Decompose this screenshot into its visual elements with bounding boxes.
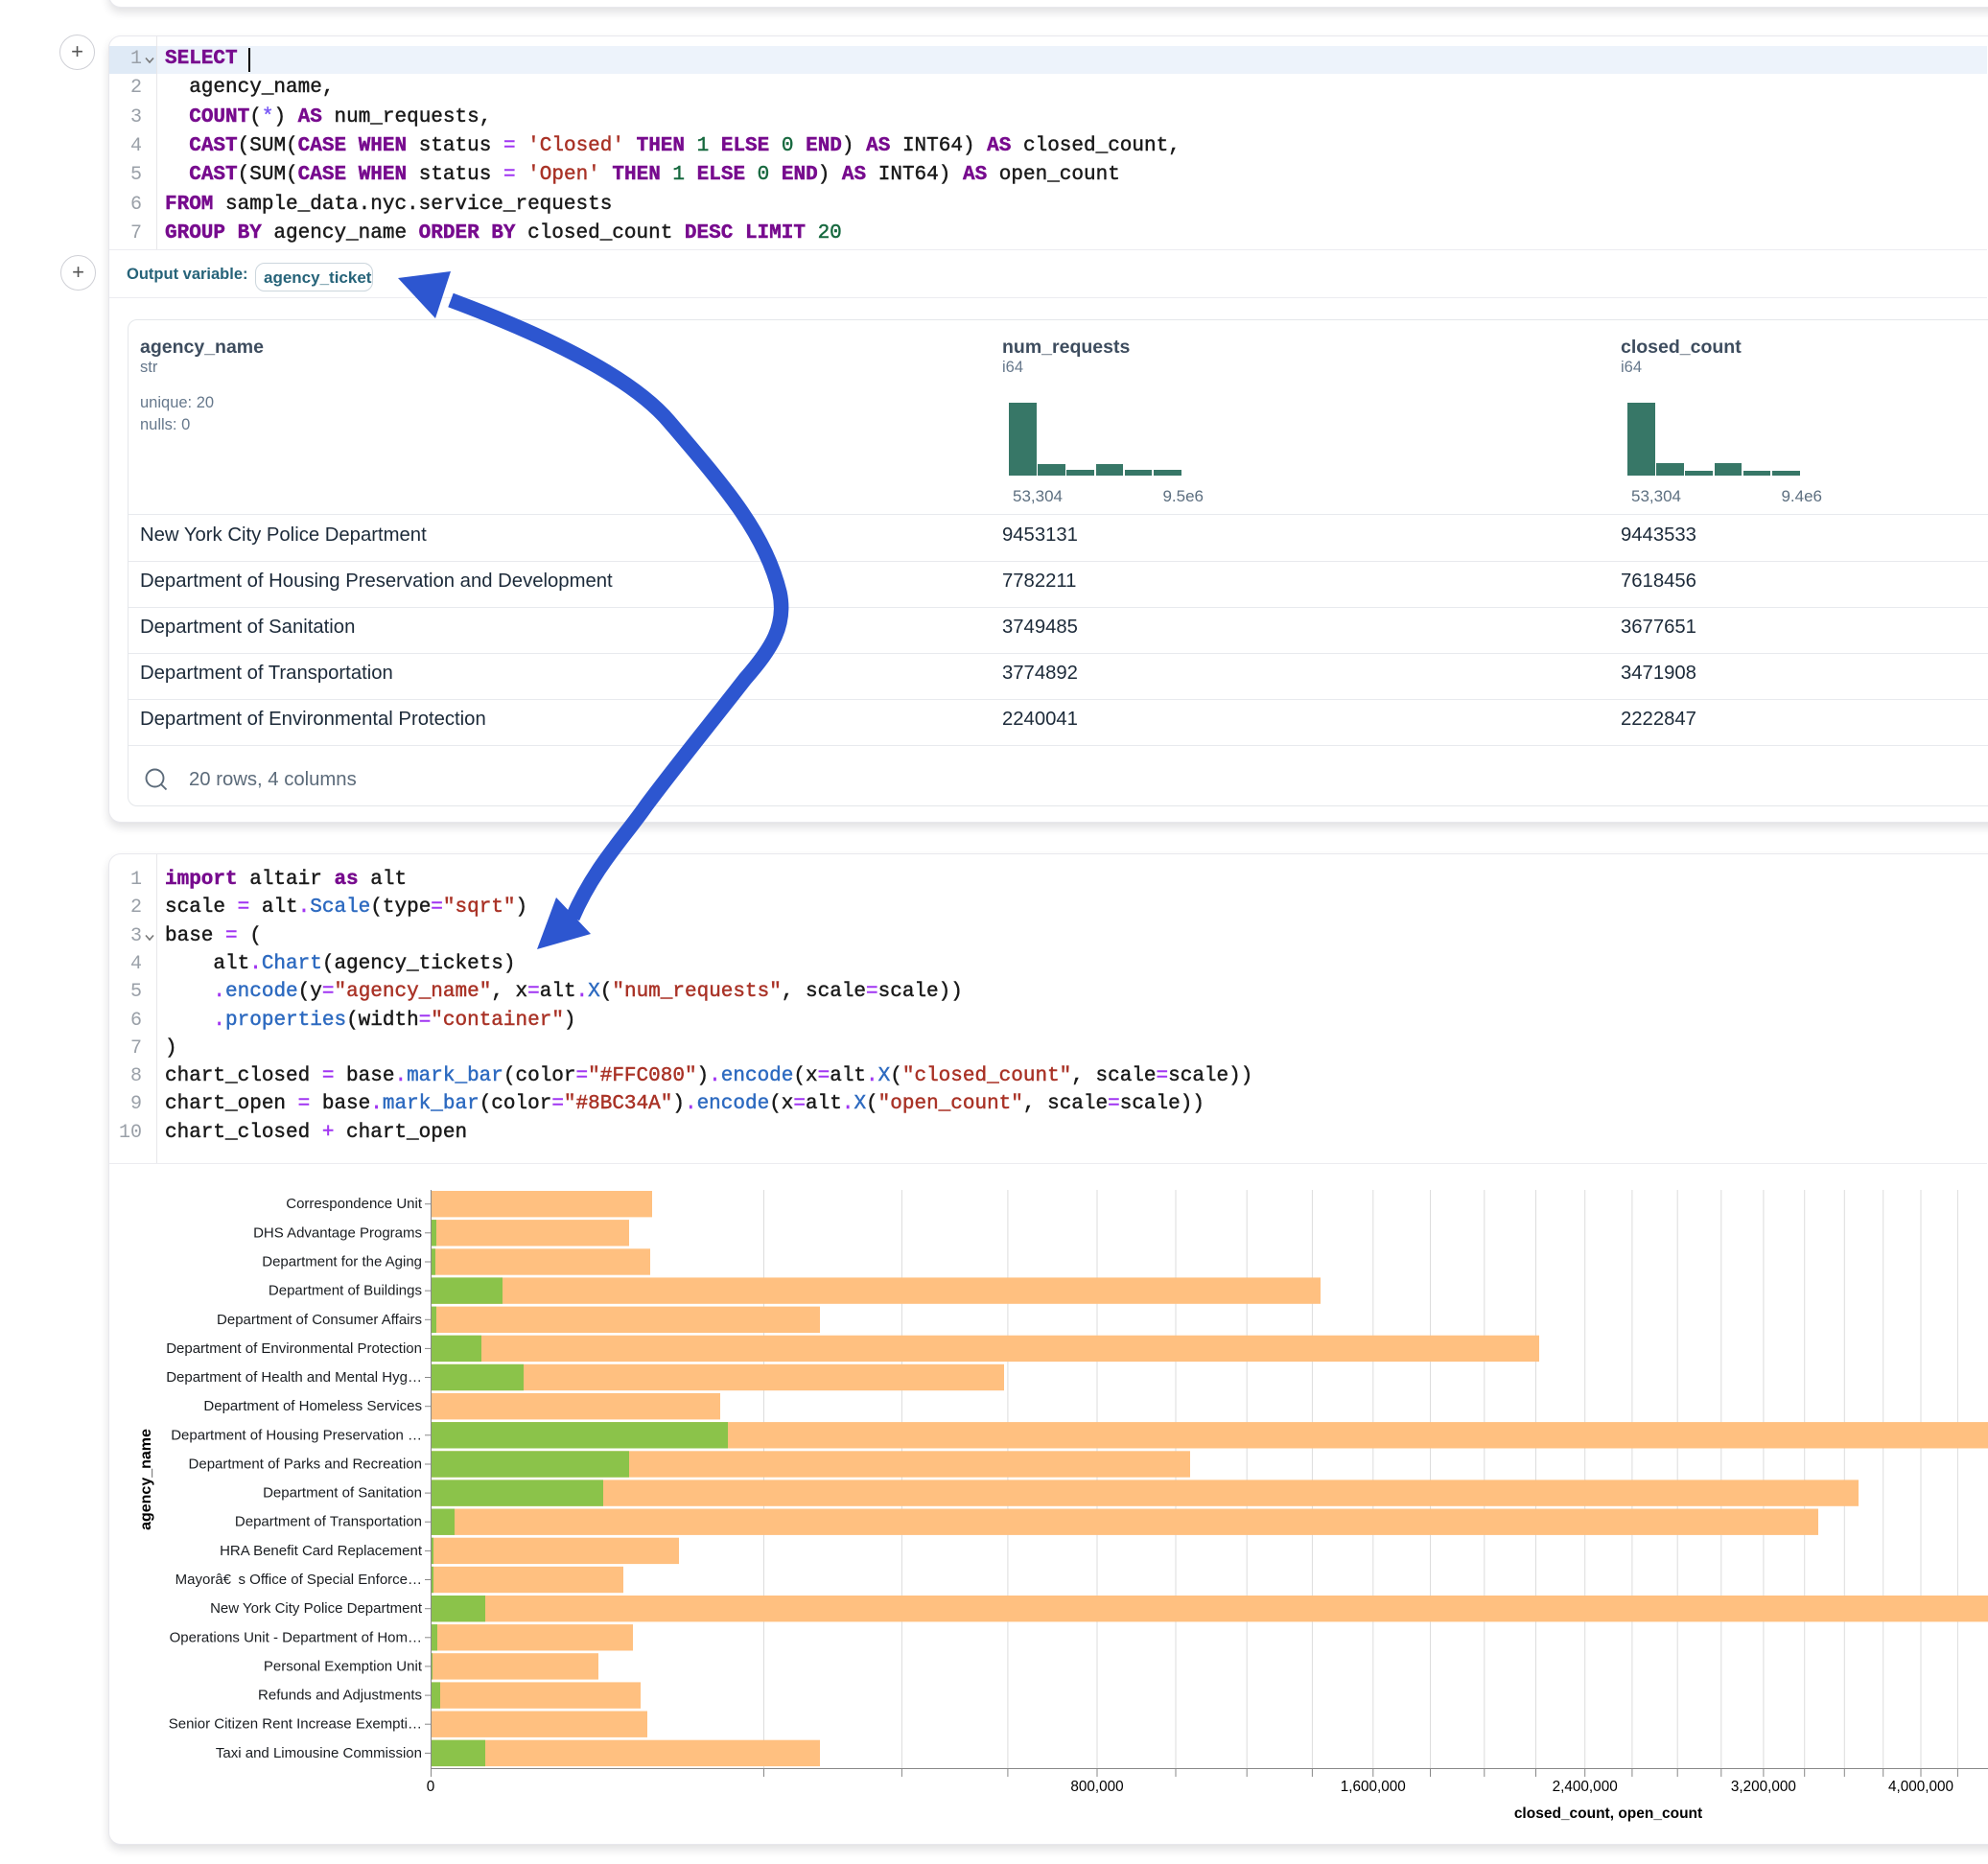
svg-text:New York City Police Departmen: New York City Police Department xyxy=(210,1600,423,1617)
svg-text:closed_count, open_count: closed_count, open_count xyxy=(1514,1806,1702,1822)
svg-text:Senior Citizen Rent Increase E: Senior Citizen Rent Increase Exempti… xyxy=(169,1716,422,1733)
svg-text:Department of Parks and Recrea: Department of Parks and Recreation xyxy=(189,1456,422,1473)
svg-text:Department of Health and Menta: Department of Health and Mental Hyg… xyxy=(166,1369,422,1386)
svg-text:0: 0 xyxy=(427,1779,435,1795)
svg-text:4,000,000: 4,000,000 xyxy=(1888,1779,1953,1795)
svg-text:agency_name: agency_name xyxy=(138,1429,154,1530)
svg-text:Department of Environmental Pr: Department of Environmental Protection xyxy=(166,1340,422,1357)
svg-text:Correspondence Unit: Correspondence Unit xyxy=(286,1196,423,1212)
svg-text:DHS Advantage Programs: DHS Advantage Programs xyxy=(253,1224,422,1241)
svg-text:Personal Exemption Unit: Personal Exemption Unit xyxy=(264,1658,423,1674)
svg-text:Department of Homeless Service: Department of Homeless Services xyxy=(203,1398,422,1414)
svg-text:Refunds and Adjustments: Refunds and Adjustments xyxy=(258,1688,422,1704)
svg-text:Taxi and Limousine Commission: Taxi and Limousine Commission xyxy=(216,1745,422,1761)
svg-text:800,000: 800,000 xyxy=(1070,1779,1123,1795)
svg-text:Department of Sanitation: Department of Sanitation xyxy=(263,1485,422,1502)
svg-text:Operations Unit - Department o: Operations Unit - Department of Hom… xyxy=(170,1629,422,1645)
svg-text:Department of Housing Preserva: Department of Housing Preservation … xyxy=(171,1427,422,1443)
svg-text:3,200,000: 3,200,000 xyxy=(1731,1779,1796,1795)
svg-text:Department for the Aging: Department for the Aging xyxy=(262,1254,422,1270)
svg-text:Mayorâ€ s Office of Special En: Mayorâ€ s Office of Special Enforce… xyxy=(175,1572,422,1588)
svg-text:2,400,000: 2,400,000 xyxy=(1553,1779,1618,1795)
svg-text:1,600,000: 1,600,000 xyxy=(1341,1779,1406,1795)
svg-text:HRA Benefit Card Replacement: HRA Benefit Card Replacement xyxy=(220,1543,423,1559)
svg-text:Department of Consumer Affairs: Department of Consumer Affairs xyxy=(217,1312,422,1328)
svg-text:Department of Transportation: Department of Transportation xyxy=(235,1514,422,1530)
svg-text:Department of Buildings: Department of Buildings xyxy=(269,1283,422,1299)
